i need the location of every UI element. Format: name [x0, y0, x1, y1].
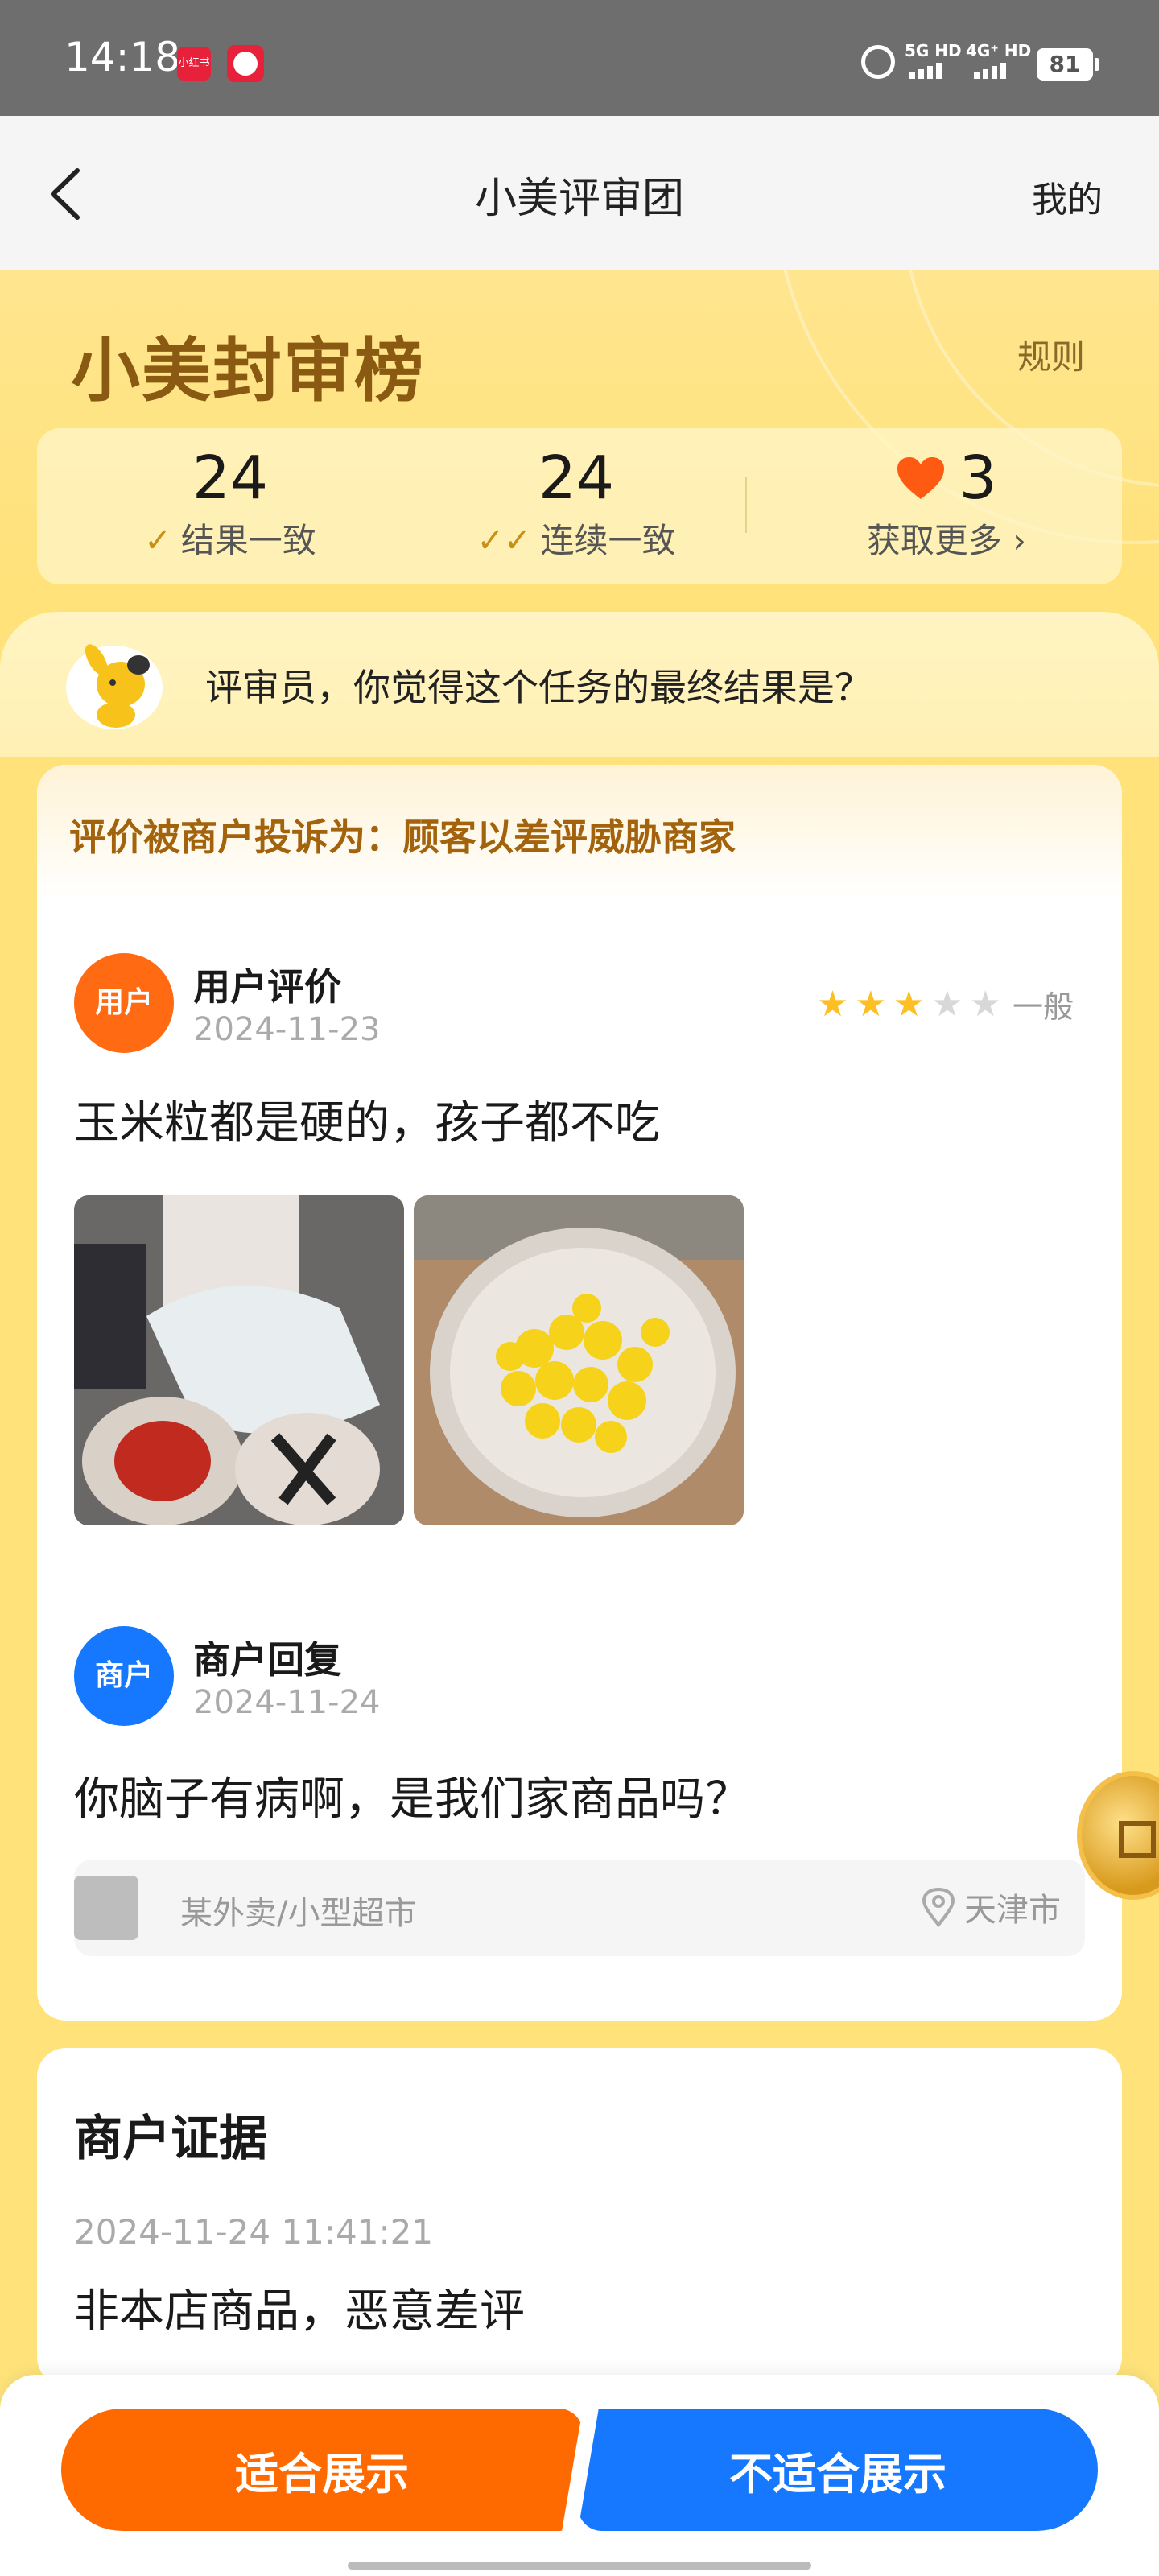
shop-location: 天津市: [921, 1884, 1061, 1930]
mine-button[interactable]: 我的: [1032, 171, 1103, 222]
review-card: 评价被商户投诉为：顾客以差评威胁商家 用户 用户评价 2024-11-23 ★ …: [37, 765, 1122, 2021]
stat-label: 结果一致: [180, 521, 316, 560]
star-icon: ★: [855, 983, 887, 1025]
stat-get-more[interactable]: 3 获取更多 ›: [810, 440, 1083, 565]
network-4g-label: 4G⁺ HD: [966, 41, 1032, 60]
review-text: 玉米粒都是硬的，孩子都不吃: [74, 1097, 660, 1150]
signal-bars-icon: [974, 63, 1006, 79]
evidence-date: 2024-11-24 11:41:21: [74, 2212, 434, 2252]
nav-bar: 小美评审团 我的: [0, 116, 1159, 270]
star-icon: ★: [931, 983, 963, 1025]
status-bar: 14:18 小红书 5G HD 4G⁺ HD 81: [0, 0, 1159, 116]
merchant-avatar: 商户: [74, 1626, 174, 1726]
stat-value: 3: [959, 444, 997, 513]
shop-location-text: 天津市: [964, 1892, 1061, 1929]
unsuitable-button[interactable]: 不适合展示: [578, 2409, 1098, 2531]
suitable-button[interactable]: 适合展示: [61, 2409, 583, 2531]
action-bar: 适合展示 不适合展示: [0, 2375, 1159, 2576]
stats-divider: [745, 477, 747, 533]
home-indicator[interactable]: [348, 2562, 811, 2570]
evidence-text: 非本店商品，恶意差评: [74, 2285, 525, 2338]
star-icon: ★: [969, 983, 1001, 1025]
alarm-icon: [861, 45, 895, 79]
merchant-reply-text: 你脑子有病啊，是我们家商品吗？: [74, 1773, 750, 1826]
complaint-reason: 评价被商户投诉为：顾客以差评威胁商家: [37, 765, 1122, 902]
merchant-reply-title: 商户回复: [193, 1638, 341, 1682]
rating-label: 一般: [1012, 989, 1074, 1025]
network-5g-label: 5G HD: [905, 41, 962, 60]
stats-panel: 24 ✓ 结果一致 24 ✓✓ 连续一致 3 获取更多 ›: [37, 428, 1122, 584]
notification-app-icon: [227, 45, 264, 82]
rating-stars: ★ ★ ★ ★ ★ 一般: [817, 982, 1074, 1026]
mascot-icon: [66, 644, 163, 729]
get-more-label: 获取更多 ›: [866, 521, 1027, 560]
review-photo-packaging[interactable]: [74, 1195, 404, 1525]
shop-name: 某外卖/小型超市: [180, 1895, 417, 1932]
stat-result-consistent: 24 ✓ 结果一致: [101, 440, 359, 565]
ranking-logo: 小美封审榜: [71, 330, 425, 411]
signal-bars-icon: [909, 63, 942, 79]
review-photo-corn[interactable]: [414, 1195, 744, 1525]
status-time: 14:18: [64, 34, 181, 80]
stat-streak-consistent: 24 ✓✓ 连续一致: [439, 440, 713, 565]
location-pin-icon: [922, 1887, 955, 1927]
user-review-date: 2024-11-23: [193, 1011, 381, 1048]
evidence-title: 商户证据: [74, 2111, 267, 2167]
check-icon: ✓: [144, 522, 171, 559]
stat-value: 24: [192, 444, 269, 513]
shop-info-bar[interactable]: 某外卖/小型超市 天津市: [74, 1860, 1085, 1956]
stat-value: 24: [538, 444, 615, 513]
stat-label: 连续一致: [540, 521, 676, 560]
shop-thumbnail-icon: [74, 1876, 138, 1940]
question-banner: 评审员，你觉得这个任务的最终结果是？: [0, 612, 1159, 757]
evidence-card: 商户证据 2024-11-24 11:41:21 非本店商品，恶意差评: [37, 2048, 1122, 2386]
star-icon: ★: [893, 983, 926, 1025]
heart-icon: [897, 457, 945, 499]
double-check-icon: ✓✓: [476, 522, 531, 559]
xiaohongshu-app-icon: 小红书: [177, 47, 211, 80]
star-icon: ★: [816, 983, 849, 1025]
page-title: 小美评审团: [474, 175, 684, 223]
battery-icon: 81: [1037, 48, 1099, 80]
rules-link[interactable]: 规则: [1017, 330, 1085, 379]
question-text: 评审员，你觉得这个任务的最终结果是？: [205, 666, 872, 709]
user-avatar: 用户: [74, 953, 174, 1053]
user-review-title: 用户评价: [193, 965, 341, 1009]
merchant-reply-date: 2024-11-24: [193, 1684, 381, 1721]
